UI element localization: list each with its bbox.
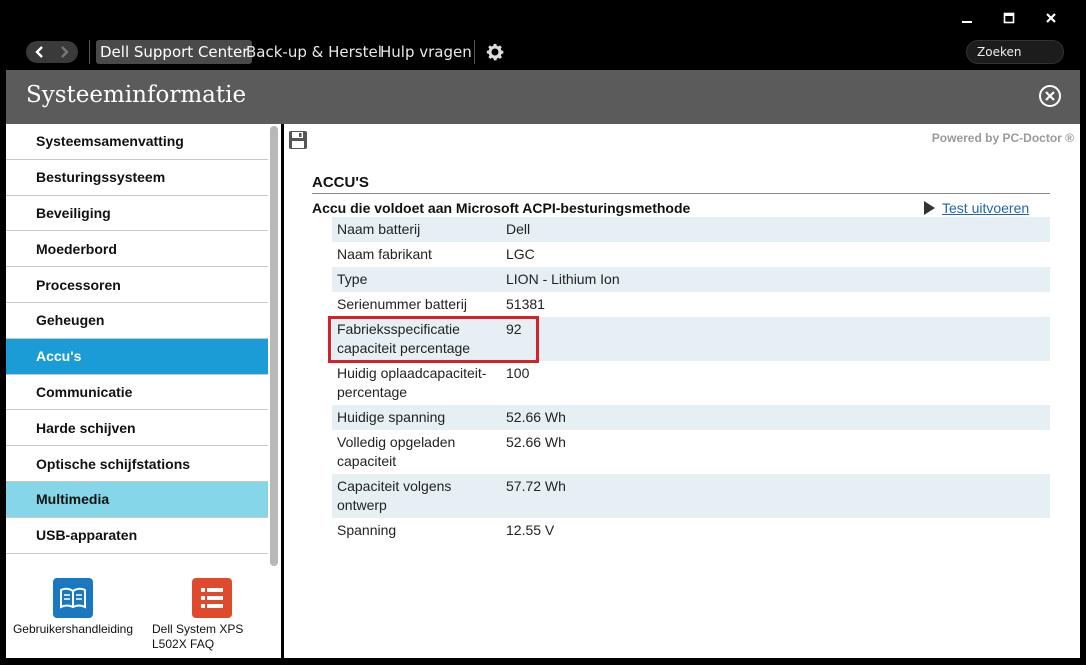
- nav-divider: [89, 40, 90, 64]
- manual-tile[interactable]: Gebruikershandleiding: [8, 578, 138, 637]
- sidebar-item[interactable]: Geheugen: [6, 303, 268, 339]
- page-header: Systeeminformatie: [6, 70, 1080, 124]
- play-icon: [924, 201, 935, 215]
- faq-tile[interactable]: Dell System XPS L502X FAQ: [148, 578, 273, 652]
- row-key: Huidig oplaadcapaciteit-percentage: [337, 365, 487, 400]
- table-row: Naam fabrikant LGC: [332, 242, 1050, 267]
- sidebar-footer: Gebruikershandleiding Dell System XPS L5…: [6, 568, 281, 658]
- gear-icon[interactable]: [484, 41, 506, 63]
- sidebar-item[interactable]: Optische schijfstations: [6, 446, 268, 482]
- sidebar-scrollbar[interactable]: [270, 126, 278, 566]
- row-value: LION - Lithium Ion: [506, 271, 620, 287]
- main-content: Powered by PC-Doctor ® ACCU'S Accu die v…: [284, 124, 1080, 658]
- sidebar-list: Systeemsamenvatting Besturingssysteem Beve…: [6, 124, 268, 568]
- row-key: Serienummer batterij: [337, 296, 467, 312]
- battery-info-table: Naam batterij Dell Naam fabrikant LGC Type LI…: [332, 217, 1050, 543]
- row-value: 100: [506, 365, 530, 381]
- forward-arrow-icon[interactable]: [52, 41, 78, 63]
- row-key: Naam fabrikant: [337, 246, 432, 262]
- sidebar-item[interactable]: Systeemsamenvatting: [6, 124, 268, 160]
- highlight-box: [328, 316, 539, 363]
- section-subtitle: Accu die voldoet aan Microsoft ACPI-best…: [312, 200, 691, 216]
- close-window-icon[interactable]: [1030, 6, 1072, 30]
- close-circle-icon[interactable]: [1038, 84, 1062, 108]
- search-input[interactable]: Zoeken: [966, 40, 1064, 64]
- window-controls: [946, 6, 1072, 30]
- sidebar-item[interactable]: Communicatie: [6, 375, 268, 411]
- row-key: Volledig opgeladen capaciteit: [337, 434, 456, 469]
- section-title: ACCU'S: [312, 174, 1050, 194]
- sidebar-item[interactable]: Processoren: [6, 267, 268, 303]
- sidebar-item[interactable]: Moederbord: [6, 231, 268, 268]
- table-row: Capaciteit volgens ontwerp 57.72 Wh: [332, 474, 1050, 518]
- table-row: Huidige spanning 52.66 Wh: [332, 405, 1050, 430]
- nav-divider: [474, 40, 475, 64]
- table-row: Volledig opgeladen capaciteit 52.66 Wh: [332, 430, 1050, 474]
- sidebar-item[interactable]: USB-apparaten: [6, 518, 268, 554]
- minimize-icon[interactable]: [946, 6, 988, 30]
- row-value: 92: [506, 321, 522, 337]
- powered-by-label: Powered by PC-Doctor ®: [931, 131, 1074, 145]
- row-value: 57.72 Wh: [506, 478, 566, 494]
- row-value: Dell: [506, 221, 531, 237]
- table-row: Naam batterij Dell: [332, 217, 1050, 242]
- run-test-label: Test uitvoeren: [942, 200, 1030, 216]
- back-arrow-icon[interactable]: [26, 41, 52, 63]
- row-value: 52.66 Wh: [506, 409, 566, 425]
- table-row: Type LION - Lithium Ion: [332, 267, 1050, 292]
- run-test-link[interactable]: Test uitvoeren: [924, 200, 1029, 216]
- table-row: Huidig oplaadcapaciteit-percentage 100: [332, 361, 1050, 405]
- page-title: Systeeminformatie: [26, 82, 247, 108]
- nav-bar: Dell Support Center Back-up & Herstel Hu…: [0, 36, 1086, 70]
- history-arrows: [26, 41, 78, 63]
- app-window: Dell Support Center Back-up & Herstel Hu…: [0, 0, 1086, 665]
- row-value: 12.55 V: [506, 522, 555, 538]
- faq-label: Dell System XPS L502X FAQ: [152, 622, 244, 651]
- row-value: 51381: [506, 296, 545, 312]
- table-row: Serienummer batterij 51381: [332, 292, 1050, 317]
- sidebar-item[interactable]: Besturingssysteem: [6, 160, 268, 196]
- table-row: Spanning 12.55 V: [332, 518, 1050, 543]
- row-key: Huidige spanning: [337, 409, 446, 425]
- nav-dell-support-center[interactable]: Dell Support Center: [96, 40, 253, 64]
- manual-label: Gebruikershandleiding: [12, 622, 134, 636]
- list-icon: [192, 578, 232, 618]
- save-icon[interactable]: [288, 130, 308, 150]
- row-key: Spanning: [337, 522, 397, 538]
- row-value: LGC: [506, 246, 535, 262]
- sidebar-item[interactable]: Harde schijven: [6, 410, 268, 447]
- sidebar-item[interactable]: Multimedia: [6, 481, 268, 518]
- row-key: Naam batterij: [337, 221, 421, 237]
- book-icon: [53, 578, 93, 618]
- sidebar-item[interactable]: Beveiliging: [6, 196, 268, 232]
- nav-hulp-vragen[interactable]: Hulp vragen: [376, 40, 476, 64]
- nav-backup-herstel[interactable]: Back-up & Herstel: [242, 40, 386, 64]
- row-key: Type: [337, 271, 368, 287]
- row-key: Capaciteit volgens ontwerp: [337, 478, 452, 513]
- sidebar-item[interactable]: Accu's: [6, 338, 268, 375]
- row-value: 52.66 Wh: [506, 434, 566, 450]
- scrollbar-thumb[interactable]: [270, 126, 278, 566]
- maximize-icon[interactable]: [988, 6, 1030, 30]
- sidebar: Systeemsamenvatting Besturingssysteem Beve…: [6, 124, 281, 658]
